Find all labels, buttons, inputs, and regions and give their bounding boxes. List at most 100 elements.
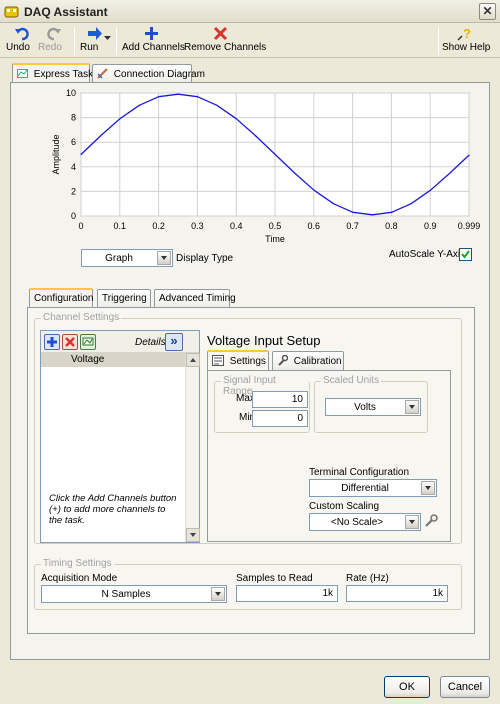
- series-point: [235, 118, 237, 120]
- tab-connection-diagram[interactable]: Connection Diagram: [92, 64, 205, 84]
- samples-to-read-label: Samples to Read: [236, 573, 313, 584]
- details-toggle-button[interactable]: »: [165, 333, 183, 351]
- display-type-select[interactable]: Graph: [81, 249, 173, 267]
- series-point: [429, 189, 432, 191]
- samples-to-read-input[interactable]: 1k: [236, 585, 338, 602]
- channel-browse-button[interactable]: [80, 334, 96, 350]
- show-help-button[interactable]: ? Show Help: [442, 26, 490, 56]
- y-tick-label: 0: [71, 211, 76, 221]
- tab-triggering[interactable]: Triggering: [97, 289, 151, 309]
- series-point: [371, 214, 373, 216]
- run-label: Run: [80, 42, 99, 53]
- y-tick-label: 2: [71, 186, 76, 196]
- close-button[interactable]: ✕: [479, 3, 496, 20]
- tab-settings-label: Settings: [229, 356, 266, 367]
- plus-icon: [47, 337, 57, 347]
- chevron-down-icon[interactable]: [186, 528, 200, 542]
- tab-calibration[interactable]: Calibration: [272, 351, 344, 371]
- chevron-down-icon[interactable]: [421, 481, 435, 495]
- x-tick-label: 0.5: [269, 221, 282, 231]
- redo-button[interactable]: Redo: [38, 26, 70, 56]
- toolbar: Undo Redo Run Add Channels Remove Channe…: [0, 24, 500, 58]
- x-tick-label: 0.2: [152, 221, 165, 231]
- timing-settings-legend: Timing Settings: [41, 558, 114, 569]
- wrench-icon: [278, 355, 288, 366]
- series-point: [80, 153, 82, 156]
- series-point: [274, 153, 276, 156]
- chevron-down-icon[interactable]: [211, 587, 225, 601]
- remove-channels-label: Remove Channels: [184, 42, 267, 53]
- tab-settings[interactable]: Settings: [207, 350, 269, 372]
- tab-calibration-label: Calibration: [293, 356, 342, 367]
- display-type-label: Display Type: [176, 253, 234, 264]
- chevron-down-icon[interactable]: [405, 400, 419, 414]
- max-input[interactable]: 10: [252, 391, 308, 408]
- channel-list-toolbar: Details »: [41, 331, 199, 353]
- terminal-config-select[interactable]: Differential: [309, 479, 437, 497]
- acquisition-mode-select[interactable]: N Samples: [41, 585, 227, 603]
- x-tick-label: 0.7: [346, 221, 359, 231]
- chevron-down-icon[interactable]: [405, 515, 419, 529]
- scaled-units-value: Volts: [354, 402, 376, 413]
- x-tick-label: 0.1: [114, 221, 127, 231]
- series-point: [99, 135, 101, 137]
- toolbar-separator: [74, 27, 75, 55]
- y-tick-label: 8: [71, 113, 76, 123]
- channel-list: Details » Voltage Click the Add Channels…: [40, 330, 200, 543]
- x-tick-label: 0.6: [308, 221, 321, 231]
- x-tick-label: 0: [78, 221, 83, 231]
- x-tick-label: 0.9: [424, 221, 437, 231]
- remove-channel-button[interactable]: [62, 334, 78, 350]
- display-type-value: Graph: [105, 253, 133, 264]
- toolbar-separator: [438, 27, 439, 55]
- add-channels-button[interactable]: Add Channels: [122, 26, 185, 56]
- red-x-icon: [213, 26, 227, 41]
- channel-settings-group: Channel Settings Details » Voltage Click…: [34, 312, 462, 544]
- series-point: [255, 135, 257, 137]
- autoscale-y-checkbox[interactable]: [459, 248, 472, 261]
- min-input[interactable]: 0: [252, 410, 308, 427]
- chevron-down-icon[interactable]: [157, 251, 171, 265]
- ok-button[interactable]: OK: [384, 676, 430, 698]
- chevron-up-icon[interactable]: [186, 353, 200, 367]
- autoscale-label: AutoScale Y-Axis: [389, 249, 466, 260]
- x-tick-label: 0.999: [458, 221, 481, 231]
- timing-settings-group: Timing Settings Acquisition Mode N Sampl…: [34, 558, 462, 610]
- connection-diagram-icon: [97, 68, 108, 79]
- custom-scaling-select[interactable]: <No Scale>: [309, 513, 421, 531]
- tab-advanced-timing[interactable]: Advanced Timing: [154, 289, 236, 309]
- window-title: DAQ Assistant: [24, 5, 108, 19]
- add-channel-button[interactable]: [44, 334, 60, 350]
- series-point: [410, 203, 412, 205]
- signal-input-range-group: Signal Input Range Max 10 Min 0: [214, 375, 310, 433]
- undo-button[interactable]: Undo: [6, 26, 38, 56]
- run-button[interactable]: Run: [80, 26, 110, 56]
- run-dropdown-icon[interactable]: [104, 36, 111, 41]
- custom-scaling-value: <No Scale>: [330, 517, 384, 528]
- list-item[interactable]: Voltage: [41, 353, 185, 367]
- y-tick-label: 10: [66, 88, 76, 98]
- series-point: [216, 104, 218, 106]
- y-axis-label: Amplitude: [51, 134, 61, 174]
- run-arrow-icon: [88, 27, 102, 40]
- series-point: [449, 172, 451, 174]
- redo-icon: [47, 27, 61, 41]
- voltage-settings-panel: Signal Input Range Max 10 Min 0 Scaled U…: [207, 370, 451, 542]
- series-point: [294, 172, 296, 174]
- y-tick-label: 4: [71, 162, 76, 172]
- title-bar: DAQ Assistant ✕: [0, 0, 500, 23]
- channel-properties-icon: [82, 337, 94, 346]
- help-icon: ?: [457, 26, 471, 41]
- scaled-units-select[interactable]: Volts: [325, 398, 421, 416]
- voltage-setup-title: Voltage Input Setup: [207, 333, 321, 348]
- tab-connection-diagram-label: Connection Diagram: [113, 69, 205, 80]
- series-point: [196, 96, 199, 98]
- cancel-button[interactable]: Cancel: [440, 676, 490, 698]
- channel-list-scrollbar[interactable]: [185, 353, 200, 542]
- series-point: [352, 211, 354, 213]
- custom-scaling-wrench-icon[interactable]: [424, 514, 438, 528]
- remove-channels-button[interactable]: Remove Channels: [184, 26, 266, 56]
- series-point: [391, 211, 393, 213]
- series-point: [313, 189, 315, 191]
- rate-input[interactable]: 1k: [346, 585, 448, 602]
